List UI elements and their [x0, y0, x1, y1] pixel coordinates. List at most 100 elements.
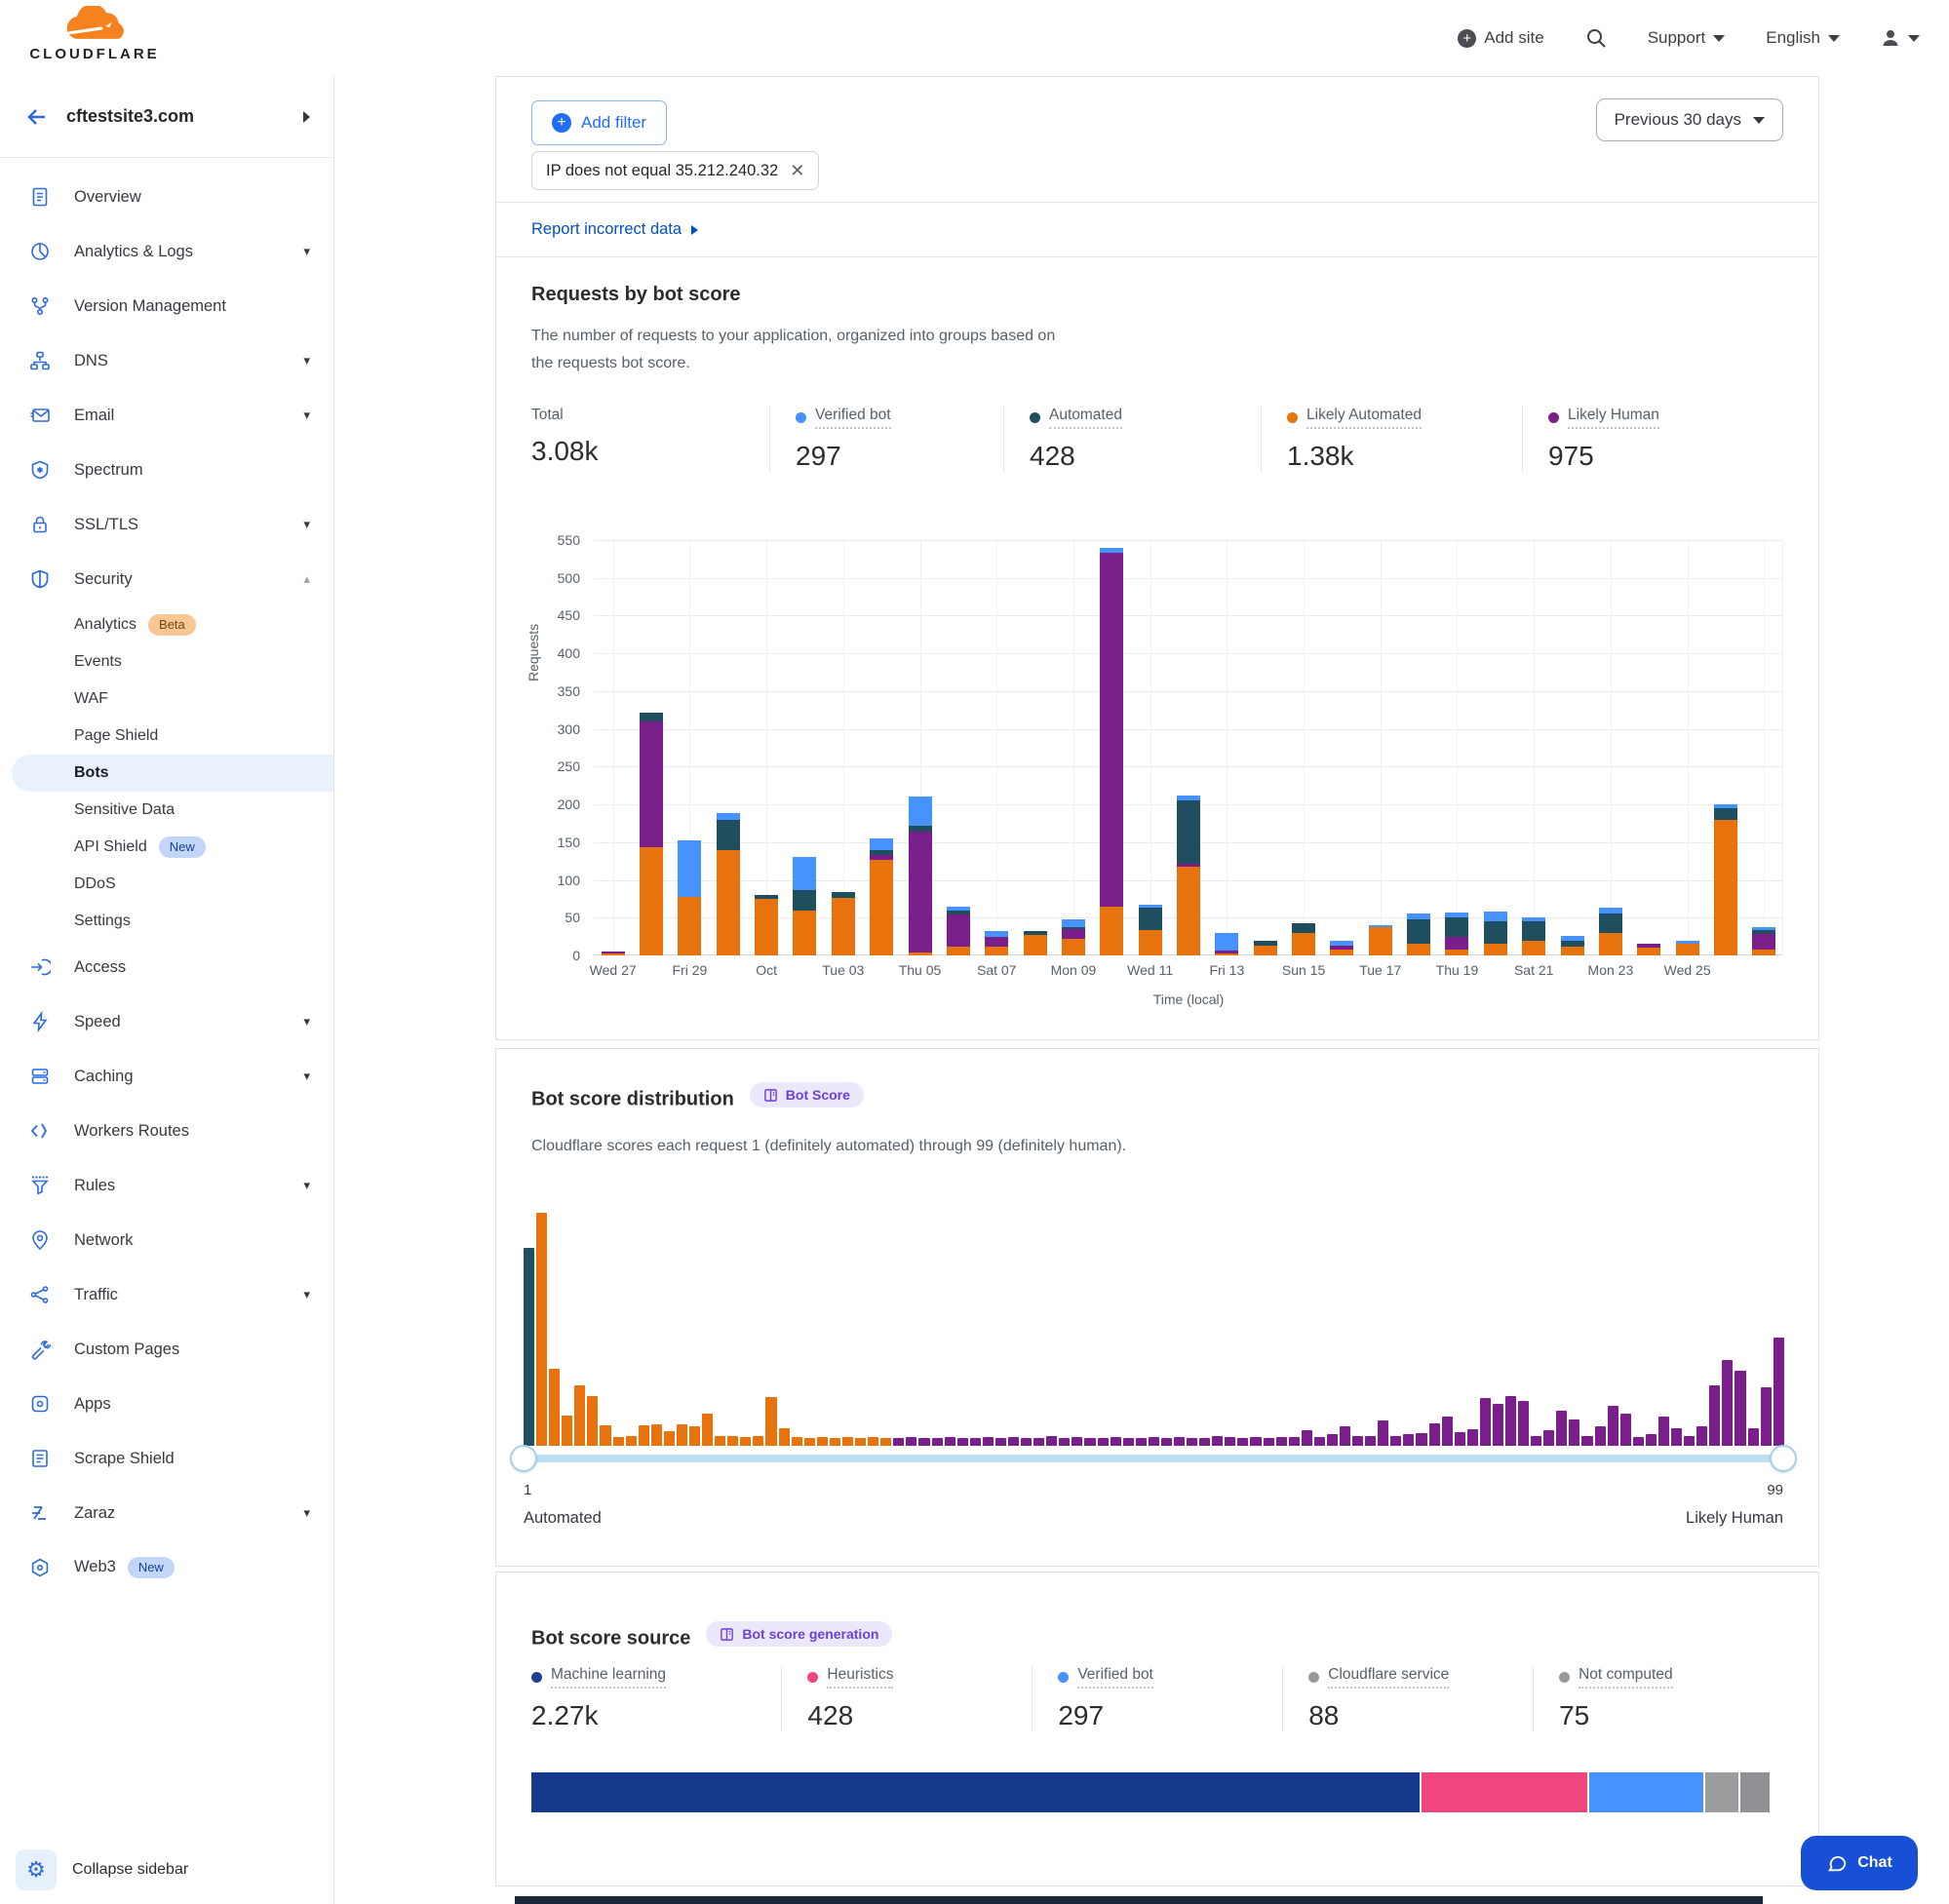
sidebar-item-analytics[interactable]: AnalyticsBeta [0, 606, 333, 643]
score-bar-81 [1543, 1430, 1554, 1446]
sidebar-item-label: Speed [74, 1013, 280, 1031]
remove-filter-icon[interactable]: ✕ [790, 161, 804, 181]
sidebar-item-version-management[interactable]: Version Management [0, 279, 333, 333]
stat-likely-automated: Likely Automated1.38k [1261, 407, 1522, 472]
stacked-bar-tue-17 [1369, 925, 1392, 955]
sidebar-item-label: Traffic [74, 1286, 280, 1304]
score-bar-49 [1136, 1438, 1147, 1447]
stacked-bar-wed-04 [870, 838, 893, 955]
chat-button[interactable]: Chat [1801, 1836, 1918, 1890]
account-menu[interactable] [1881, 28, 1920, 48]
segment-likely-automated [1139, 930, 1162, 955]
chevron-down-icon: ▾ [303, 1505, 310, 1521]
badge-beta: Beta [148, 614, 196, 636]
x-tick-label: Wed 25 [1664, 962, 1711, 978]
sidebar-item-traffic[interactable]: Traffic▾ [0, 1267, 333, 1322]
sidebar-item-email[interactable]: Email▾ [0, 388, 333, 443]
score-bar-6 [587, 1396, 598, 1446]
sidebar-item-rules[interactable]: Rules▾ [0, 1158, 333, 1213]
bot-score-generation-doc-badge[interactable]: Bot score generation [706, 1621, 892, 1647]
web3-icon [29, 1557, 51, 1578]
filter-chip[interactable]: IP does not equal 35.212.240.32 ✕ [531, 151, 819, 190]
stat-value: 297 [1058, 1700, 1282, 1731]
sidebar-item-page-shield[interactable]: Page Shield [0, 718, 333, 755]
slider-handle-max[interactable] [1770, 1445, 1797, 1472]
sidebar-item-apps[interactable]: Apps [0, 1377, 333, 1431]
cloudflare-logo[interactable]: CLOUDFLARE [21, 6, 168, 62]
score-bar-82 [1556, 1411, 1567, 1446]
sidebar-item-label: Zaraz [74, 1504, 280, 1523]
score-bar-24 [817, 1437, 828, 1446]
stat-heuristics: Heuristics428 [781, 1666, 1032, 1731]
chevron-down-icon: ▾ [303, 353, 310, 369]
sidebar-item-web3[interactable]: Web3New [0, 1540, 333, 1595]
sidebar-item-ssl-tls[interactable]: SSL/TLS▾ [0, 497, 333, 552]
sidebar-item-bots[interactable]: Bots [12, 755, 333, 792]
report-incorrect-data-link[interactable]: Report incorrect data [531, 220, 698, 239]
x-tick-label: Thu 19 [1436, 962, 1479, 978]
x-axis-title: Time (local) [594, 991, 1783, 1007]
requests-stats: Total3.08kVerified bot297Automated428Lik… [531, 407, 1783, 472]
y-tick-label: 100 [531, 873, 580, 888]
sidebar-item-settings[interactable]: Settings [0, 903, 333, 940]
date-range-dropdown[interactable]: Previous 30 days [1596, 98, 1783, 141]
search-button[interactable] [1585, 27, 1607, 49]
site-row[interactable]: cftestsite3.com [0, 76, 333, 158]
expand-site-icon[interactable] [303, 111, 310, 123]
segment-verified-bot [1484, 912, 1507, 921]
sidebar-item-sensitive-data[interactable]: Sensitive Data [0, 792, 333, 829]
bot-score-doc-badge[interactable]: Bot Score [750, 1082, 864, 1107]
sidebar-item-waf[interactable]: WAF [0, 680, 333, 718]
score-bar-80 [1531, 1436, 1541, 1446]
stat-value: 428 [807, 1700, 1032, 1731]
sidebar-item-zaraz[interactable]: Zaraz ▾ [0, 1486, 333, 1540]
score-bar-60 [1276, 1437, 1287, 1446]
distribution-card: Bot score distributionBot Score Cloudfla… [495, 1048, 1819, 1567]
stat-label: Likely Human [1568, 407, 1659, 429]
sidebar-item-security[interactable]: Security▴ [0, 552, 333, 606]
add-filter-button[interactable]: + Add filter [531, 100, 667, 145]
sidebar-item-label: Network [74, 1231, 310, 1250]
stacked-bar-tue-24 [1637, 944, 1660, 955]
report-row: Report incorrect data [496, 203, 1818, 257]
score-bar-50 [1149, 1437, 1159, 1446]
sidebar-item-analytics-logs[interactable]: Analytics & Logs▾ [0, 224, 333, 279]
sidebar-item-access[interactable]: Access [0, 940, 333, 994]
slider-handle-min[interactable] [510, 1445, 537, 1472]
sidebar-item-events[interactable]: Events [0, 643, 333, 680]
sidebar-item-label: Rules [74, 1177, 280, 1195]
sidebar-item-caching[interactable]: Caching▾ [0, 1049, 333, 1104]
sidebar-item-dns[interactable]: DNS▾ [0, 333, 333, 388]
sidebar-item-custom-pages[interactable]: Custom Pages [0, 1322, 333, 1377]
x-tick-label: Fri 29 [672, 962, 707, 978]
score-bar-93 [1696, 1426, 1707, 1446]
sidebar-item-speed[interactable]: Speed▾ [0, 994, 333, 1049]
sidebar-item-label: DDoS [74, 875, 310, 893]
stat-verified-bot: Verified bot297 [1032, 1666, 1282, 1731]
scrape-shield-icon [29, 1448, 51, 1469]
add-site-button[interactable]: + Add site [1458, 28, 1543, 48]
score-bar-32 [918, 1438, 929, 1447]
sidebar-item-ddos[interactable]: DDoS [0, 866, 333, 903]
sidebar-item-label: Apps [74, 1395, 310, 1414]
stat-label: Not computed [1579, 1666, 1673, 1689]
gear-icon[interactable]: ⚙ [16, 1849, 57, 1890]
back-arrow-icon[interactable] [25, 105, 49, 129]
segment-automated [640, 713, 663, 721]
collapse-sidebar[interactable]: ⚙ Collapse sidebar [0, 1836, 333, 1904]
sidebar-item-spectrum[interactable]: Spectrum [0, 443, 333, 497]
support-menu[interactable]: Support [1648, 28, 1726, 48]
sidebar-item-network[interactable]: Network [0, 1213, 333, 1267]
stacked-bar-wed-18 [1407, 913, 1430, 955]
stacked-bar-mon-23 [1599, 908, 1622, 955]
sidebar-item-workers-routes[interactable]: Workers Routes [0, 1104, 333, 1158]
sidebar-item-api-shield[interactable]: API ShieldNew [0, 829, 333, 866]
sidebar-item-overview[interactable]: Overview [0, 170, 333, 224]
language-menu[interactable]: English [1766, 28, 1840, 48]
sidebar-item-scrape-shield[interactable]: Scrape Shield [0, 1431, 333, 1486]
score-bar-70 [1403, 1434, 1414, 1446]
score-bar-95 [1722, 1360, 1733, 1446]
score-range-slider[interactable] [524, 1455, 1783, 1462]
segment-likely-automated [1599, 933, 1622, 955]
stacked-bar-tue-10 [1100, 548, 1123, 955]
